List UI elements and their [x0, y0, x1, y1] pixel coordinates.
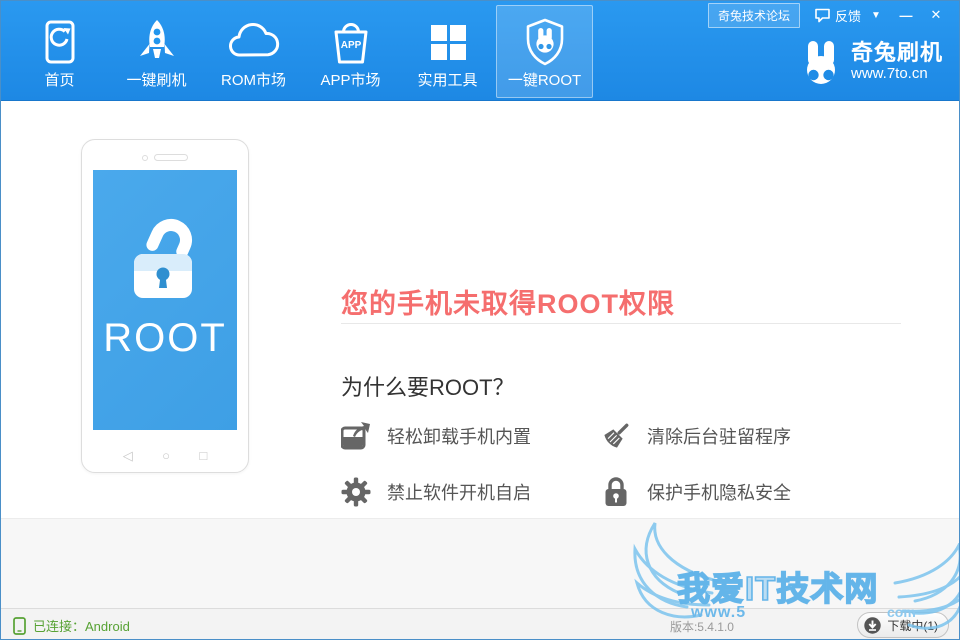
phone-nav-buttons: ◁ ○ □ [82, 448, 248, 464]
rocket-icon [136, 18, 178, 66]
phone-back-icon: ◁ [123, 448, 133, 464]
title-divider [341, 323, 901, 324]
version-label: 版本:5.4.1.0 [670, 618, 734, 635]
phone-screen: ROOT [93, 170, 237, 430]
header-bar: 首页 一键刷机 [1, 1, 959, 101]
page-title: 您的手机未取得ROOT权限 [341, 282, 675, 321]
nav-item-tools[interactable]: 实用工具 [399, 5, 496, 98]
dropdown-menu-button[interactable]: ▼ [861, 10, 891, 21]
status-bar: 已连接：Android 版本:5.4.1.0 下载中(1) [1, 608, 959, 640]
nav-item-flash[interactable]: 一键刷机 [108, 5, 205, 98]
nav-label: 一键ROOT [508, 69, 581, 90]
main-nav: 首页 一键刷机 [11, 5, 593, 98]
rabbit-logo-icon [800, 39, 842, 85]
uninstall-box-icon [341, 420, 371, 452]
nav-label: 首页 [44, 69, 74, 90]
nav-label: ROM市场 [221, 69, 286, 90]
phone-recent-icon: □ [199, 448, 207, 464]
nav-item-rom-market[interactable]: ROM市场 [205, 5, 302, 98]
app-logo: 奇兔刷机 www.7to.cn [800, 39, 943, 85]
shield-rabbit-icon [523, 18, 567, 66]
connection-label: 已连接：Android [33, 616, 130, 635]
download-label: 下载中(1) [887, 617, 938, 634]
connected-phone-icon [13, 617, 26, 635]
forum-button[interactable]: 奇兔技术论坛 [708, 3, 800, 28]
nav-item-app-market[interactable]: APP APP市场 [302, 5, 399, 98]
why-root-heading: 为什么要ROOT？ [341, 370, 515, 402]
speech-bubble-icon [814, 7, 831, 23]
nav-label: 一键刷机 [126, 69, 186, 90]
nav-label: APP市场 [320, 69, 380, 90]
minimize-button[interactable]: — [891, 8, 921, 23]
feature-label: 轻松卸载手机内置 [387, 423, 531, 449]
phone-home-icon: ○ [162, 448, 170, 464]
phone-speaker [142, 154, 188, 161]
home-phone-refresh-icon [42, 18, 78, 66]
phone-screen-root-label: ROOT [103, 316, 227, 361]
feature-label: 保护手机隐私安全 [647, 479, 791, 505]
phone-illustration: ROOT ◁ ○ □ [81, 139, 249, 473]
grid-squares-icon [428, 18, 468, 66]
app-bag-text: APP [340, 40, 361, 51]
feature-privacy: 保护手机隐私安全 [601, 476, 901, 508]
connection-status: 已连接：Android [13, 616, 130, 635]
unlocked-padlock-icon [122, 212, 208, 308]
cloud-icon [228, 18, 280, 66]
nav-item-home[interactable]: 首页 [11, 5, 108, 98]
feedback-label: 反馈 [835, 6, 861, 25]
download-manager-button[interactable]: 下载中(1) [857, 612, 949, 638]
close-button[interactable]: ✕ [921, 7, 951, 23]
window-controls: 奇兔技术论坛 反馈 ▼ — ✕ [708, 4, 951, 26]
feature-autostart: 禁止软件开机自启 [341, 476, 601, 508]
feature-label: 禁止软件开机自启 [387, 479, 531, 505]
feature-clean: 清除后台驻留程序 [601, 420, 901, 452]
broom-icon [601, 420, 631, 452]
download-icon [863, 616, 882, 635]
feedback-button[interactable]: 反馈 [814, 6, 861, 25]
lock-icon [601, 476, 631, 508]
app-bag-icon: APP [329, 18, 373, 66]
nav-label: 实用工具 [417, 69, 477, 90]
feature-label: 清除后台驻留程序 [647, 423, 791, 449]
main-content: ROOT ◁ ○ □ 您的手机未取得ROOT权限 为什么要ROOT？ [1, 102, 959, 518]
gear-icon [341, 476, 371, 508]
qitu-flash-window: 首页 一键刷机 [0, 0, 960, 640]
feature-uninstall: 轻松卸载手机内置 [341, 420, 601, 452]
nav-item-one-key-root[interactable]: 一键ROOT [496, 5, 593, 98]
feature-list: 轻松卸载手机内置 清除后台驻留程序 [341, 420, 901, 508]
logo-url: www.7to.cn [851, 65, 943, 83]
action-bar: ✓ 我已同意 免责声明 开始ROOT [1, 518, 959, 608]
logo-title: 奇兔刷机 [851, 41, 943, 65]
